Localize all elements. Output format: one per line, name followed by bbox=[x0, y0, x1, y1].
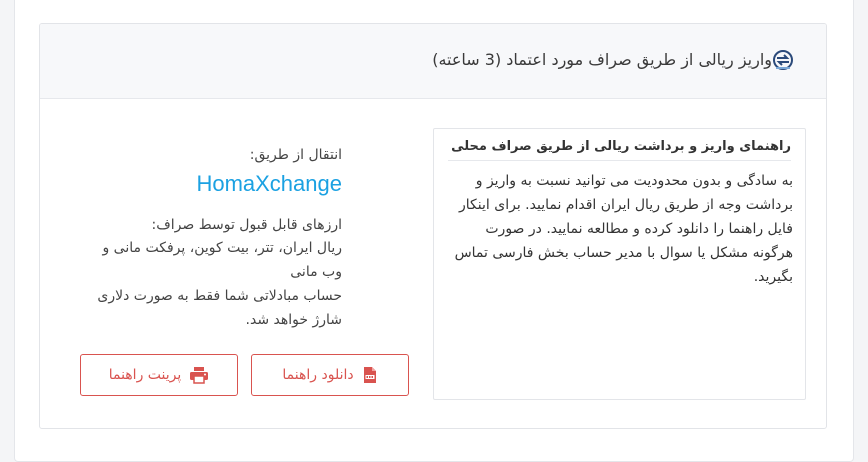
exchange-name: HomaXchange bbox=[196, 171, 342, 196]
account-note: حساب مبادلاتی شما فقط به صورت دلاری شارژ… bbox=[97, 288, 342, 328]
exchanger-details: انتقال از طریق: HomaXchange ارزهای قابل … bbox=[80, 144, 342, 332]
currencies-list: ریال ایران، تتر، بیت کوین، پرفکت مانی و … bbox=[102, 240, 342, 280]
transfer-label: انتقال از طریق: bbox=[249, 147, 342, 163]
printer-icon bbox=[189, 366, 209, 384]
exchange-logo-icon bbox=[772, 49, 794, 71]
card-title: واریز ریالی از طریق صراف مورد اعتماد (3 … bbox=[432, 50, 772, 69]
print-guide-button[interactable]: پرینت راهنما bbox=[80, 354, 238, 396]
trusted-exchanger-card: واریز ریالی از طریق صراف مورد اعتماد (3 … bbox=[39, 23, 827, 429]
guide-box: راهنمای واریز و برداشت ریالی از طریق صرا… bbox=[433, 128, 806, 400]
card-header: واریز ریالی از طریق صراف مورد اعتماد (3 … bbox=[40, 24, 826, 99]
pdf-icon bbox=[362, 366, 378, 384]
guide-title: راهنمای واریز و برداشت ریالی از طریق صرا… bbox=[448, 139, 791, 161]
currencies-label: ارزهای قابل قبول توسط صراف: bbox=[151, 217, 342, 233]
print-guide-label: پرینت راهنما bbox=[108, 367, 182, 383]
download-guide-button[interactable]: دانلود راهنما bbox=[251, 354, 409, 396]
download-guide-label: دانلود راهنما bbox=[282, 367, 354, 383]
guide-description: به سادگی و بدون محدودیت می توانید نسبت ب… bbox=[454, 173, 793, 285]
